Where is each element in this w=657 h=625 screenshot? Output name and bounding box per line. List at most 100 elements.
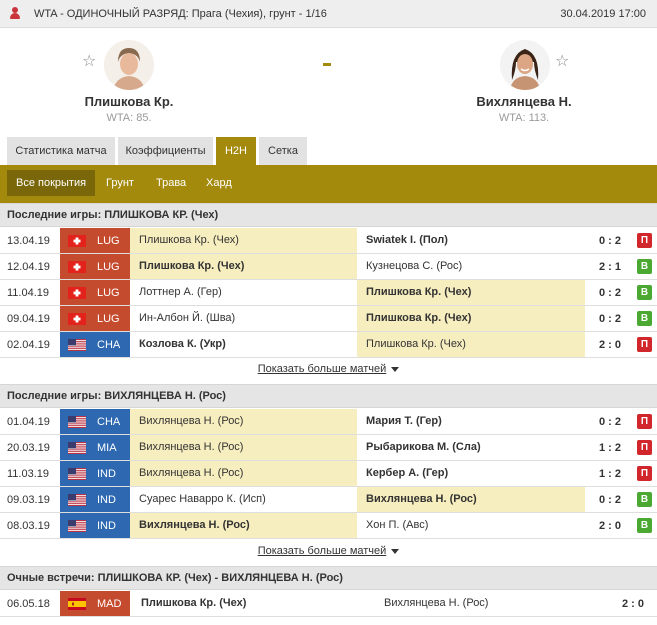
table-row[interactable]: 11.03.19 IND Вихлянцева Н. (Рос) Кербер А. … — [0, 461, 657, 487]
favorite-star-icon[interactable]: ☆ — [82, 54, 96, 70]
win-badge: В — [637, 259, 652, 274]
home-player-cell[interactable]: Вихлянцева Н. (Рос) — [130, 513, 357, 538]
table-row[interactable]: 20.03.19 MIA Вихлянцева Н. (Рос) Рыбарикова… — [0, 435, 657, 461]
tournament-cell[interactable]: LUG — [60, 254, 130, 279]
table-row[interactable]: 06.05.18 MAD Плишкова Кр. (Чех) Вихлянцева … — [0, 591, 657, 617]
home-player-cell[interactable]: Плишкова Кр. (Чех) — [130, 228, 357, 253]
tournament-cell[interactable]: MAD — [60, 591, 130, 616]
tournament-cell[interactable]: IND — [60, 513, 130, 538]
match-topbar: WTA - ОДИНОЧНЫЙ РАЗРЯД: Прага (Чехия), г… — [0, 0, 657, 28]
match-header: ☆ Плишкова Кр. WTA: 85. ☆ Вихлянцева Н. … — [0, 28, 657, 136]
chevron-down-icon — [391, 548, 400, 554]
table-row[interactable]: 12.04.19 LUG Плишкова Кр. (Чех) Кузнецова С… — [0, 254, 657, 280]
home-player-cell[interactable]: Ин-Албон Й. (Шва) — [130, 306, 357, 331]
match-date: 09.03.19 — [7, 494, 50, 506]
away-player-cell[interactable]: Вихлянцева Н. (Рос) — [357, 487, 585, 512]
table-row[interactable]: 11.04.19 LUG Лоттнер А. (Гер) Плишкова Кр. … — [0, 280, 657, 306]
home-player-cell[interactable]: Плишкова Кр. (Чех) — [130, 254, 357, 279]
home-player-cell[interactable]: Козлова К. (Укр) — [130, 332, 357, 357]
tab-match-statistics[interactable]: Статистика матча — [7, 137, 115, 165]
show-more-label[interactable]: Показать больше матчей — [258, 363, 387, 375]
filter-grass[interactable]: Трава — [147, 170, 195, 196]
home-player-rank: WTA: 85. — [106, 112, 152, 124]
tab-draw[interactable]: Сетка — [259, 137, 307, 165]
switzerland-flag-icon — [68, 287, 86, 299]
tournament-cell[interactable]: LUG — [60, 306, 130, 331]
tournament-cell[interactable]: LUG — [60, 228, 130, 253]
match-score: 0 : 2 — [598, 235, 621, 247]
away-player-cell[interactable]: Плишкова Кр. (Чех) — [357, 332, 585, 357]
tournament-cell[interactable]: CHA — [60, 332, 130, 357]
show-more-matches-link[interactable]: Показать больше матчей — [0, 545, 657, 565]
tournament-code: IND — [97, 494, 116, 506]
tournament-cell[interactable]: CHA — [60, 409, 130, 434]
away-player-cell[interactable]: Рыбарикова М. (Сла) — [357, 435, 585, 460]
tournament-code: LUG — [97, 313, 120, 325]
filter-hard[interactable]: Хард — [197, 170, 241, 196]
home-player-cell[interactable]: Вихлянцева Н. (Рос) — [130, 461, 357, 486]
home-player-cell[interactable]: Суарес Наварро К. (Исп) — [130, 487, 357, 512]
table-row[interactable]: 13.04.19 LUG Плишкова Кр. (Чех) Swiatek I. … — [0, 228, 657, 254]
table-row[interactable]: 08.03.19 IND Вихлянцева Н. (Рос) Хон П. (Ав… — [0, 513, 657, 539]
section-header: Очные встречи: ПЛИШКОВА КР. (Чех) - ВИХЛ… — [0, 566, 657, 590]
home-player-cell[interactable]: Вихлянцева Н. (Рос) — [130, 435, 357, 460]
home-player-name[interactable]: Плишкова Кр. — [29, 94, 229, 109]
show-more-matches-link[interactable]: Показать больше матчей — [0, 363, 657, 383]
table-row[interactable]: 02.04.19 CHA Козлова К. (Укр) Плишкова Кр. … — [0, 332, 657, 358]
away-player-cell[interactable]: Вихлянцева Н. (Рос) — [370, 591, 580, 616]
home-player-cell[interactable]: Вихлянцева Н. (Рос) — [130, 409, 357, 434]
match-date: 12.04.19 — [7, 261, 50, 273]
tournament-code: CHA — [97, 339, 121, 351]
tournament-code: LUG — [97, 287, 120, 299]
tab-odds[interactable]: Коэффициенты — [118, 137, 213, 165]
match-score: 0 : 2 — [598, 313, 621, 325]
away-player-name[interactable]: Вихлянцева Н. — [424, 94, 624, 109]
away-player-cell[interactable]: Кербер А. (Гер) — [357, 461, 585, 486]
chevron-down-icon — [391, 366, 400, 372]
tournament-cell[interactable]: IND — [60, 461, 130, 486]
home-player-cell[interactable]: Плишкова Кр. (Чех) — [130, 591, 370, 616]
away-player-cell[interactable]: Плишкова Кр. (Чех) — [357, 306, 585, 331]
win-badge: В — [637, 285, 652, 300]
filter-clay[interactable]: Грунт — [97, 170, 143, 196]
show-more-label[interactable]: Показать больше матчей — [258, 545, 387, 557]
away-player-cell[interactable]: Кузнецова С. (Рос) — [357, 254, 585, 279]
away-player-cell[interactable]: Мария Т. (Гер) — [357, 409, 585, 434]
tournament-cell[interactable]: MIA — [60, 435, 130, 460]
usa-flag-icon — [68, 416, 86, 428]
switzerland-flag-icon — [68, 235, 86, 247]
tournament-title: WTA - ОДИНОЧНЫЙ РАЗРЯД: Прага (Чехия), г… — [34, 8, 327, 20]
table-row[interactable]: 01.04.19 CHA Вихлянцева Н. (Рос) Мария Т. (… — [0, 409, 657, 435]
filter-all-surfaces[interactable]: Все покрытия — [7, 170, 96, 196]
win-badge: В — [637, 492, 652, 507]
spain-flag-icon — [68, 598, 86, 610]
usa-flag-icon — [68, 468, 86, 480]
match-date: 06.05.18 — [7, 598, 50, 610]
usa-flag-icon — [68, 494, 86, 506]
match-score: 2 : 1 — [598, 261, 621, 273]
away-player-cell[interactable]: Плишкова Кр. (Чех) — [357, 280, 585, 305]
match-date: 11.04.19 — [7, 287, 50, 299]
away-player-photo[interactable] — [500, 40, 550, 90]
match-score: 0 : 2 — [598, 494, 621, 506]
tournament-code: MAD — [97, 598, 122, 610]
win-badge: В — [637, 518, 652, 533]
away-player-cell[interactable]: Swiatek I. (Пол) — [357, 228, 585, 253]
home-player-photo[interactable] — [104, 40, 154, 90]
player-icon — [9, 7, 21, 20]
tournament-cell[interactable]: LUG — [60, 280, 130, 305]
table-row[interactable]: 09.03.19 IND Суарес Наварро К. (Исп) Вихлян… — [0, 487, 657, 513]
away-player-cell[interactable]: Хон П. (Авс) — [357, 513, 585, 538]
tournament-code: IND — [97, 520, 116, 532]
favorite-star-icon[interactable]: ☆ — [555, 54, 569, 70]
loss-badge: П — [637, 233, 652, 248]
home-player-cell[interactable]: Лоттнер А. (Гер) — [130, 280, 357, 305]
match-score: 2 : 0 — [598, 520, 621, 532]
table-row[interactable]: 09.04.19 LUG Ин-Албон Й. (Шва) Плишкова Кр.… — [0, 306, 657, 332]
tab-h2h[interactable]: H2H — [216, 137, 256, 165]
tournament-cell[interactable]: IND — [60, 487, 130, 512]
tournament-code: LUG — [97, 261, 120, 273]
loss-badge: П — [637, 414, 652, 429]
match-datetime: 30.04.2019 17:00 — [560, 8, 646, 20]
switzerland-flag-icon — [68, 261, 86, 273]
